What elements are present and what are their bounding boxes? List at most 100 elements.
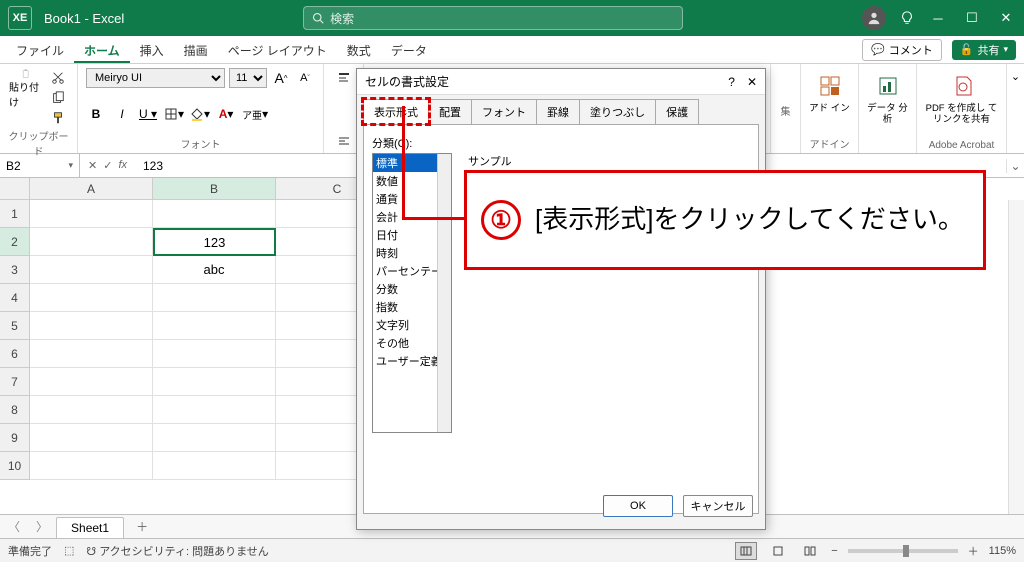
list-scrollbar[interactable] [437, 154, 451, 432]
row-header[interactable]: 5 [0, 312, 30, 340]
decrease-font-icon[interactable]: Aˇ [295, 68, 315, 88]
col-header[interactable]: B [153, 178, 276, 200]
cell[interactable] [153, 424, 276, 452]
copy-icon[interactable] [47, 88, 69, 108]
tab-fill[interactable]: 塗りつぶし [579, 99, 656, 124]
cut-icon[interactable] [47, 68, 69, 88]
maximize-button[interactable]: ☐ [962, 10, 982, 26]
lightbulb-icon[interactable] [900, 11, 914, 25]
tab-data[interactable]: データ [381, 36, 437, 63]
user-avatar[interactable] [862, 6, 886, 30]
increase-font-icon[interactable]: A^ [271, 68, 291, 88]
search-box[interactable]: 検索 [303, 6, 683, 30]
cell[interactable] [30, 424, 153, 452]
sheet-nav-next-icon[interactable]: 〉 [28, 518, 56, 535]
dialog-help-icon[interactable]: ? [728, 75, 735, 89]
tab-draw[interactable]: 描画 [174, 36, 218, 63]
cell[interactable] [153, 340, 276, 368]
row-header[interactable]: 7 [0, 368, 30, 396]
data-analysis-button[interactable]: データ 分析 [858, 64, 916, 153]
cell[interactable] [153, 452, 276, 480]
minimize-button[interactable]: ─ [928, 11, 948, 26]
row-header[interactable]: 1 [0, 200, 30, 228]
row-header[interactable]: 10 [0, 452, 30, 480]
cell-B2[interactable]: 123 [153, 228, 276, 256]
zoom-in-button[interactable]: ＋ [968, 543, 979, 559]
cell[interactable] [30, 340, 153, 368]
tab-number-format[interactable]: 表示形式 [363, 99, 429, 124]
accessibility-status[interactable]: ☋ アクセシビリティ: 問題ありません [86, 543, 268, 559]
row-header[interactable]: 2 [0, 228, 30, 256]
cancel-formula-icon[interactable]: ✕ [88, 159, 97, 172]
page-break-view-icon[interactable] [799, 542, 821, 560]
select-all-corner[interactable] [0, 178, 30, 200]
cell[interactable] [30, 396, 153, 424]
cell[interactable] [30, 256, 153, 284]
fill-color-icon[interactable]: ▾ [190, 104, 210, 124]
cell[interactable] [153, 368, 276, 396]
ok-button[interactable]: OK [603, 495, 673, 517]
font-size-select[interactable]: 11 [229, 68, 267, 88]
zoom-level[interactable]: 115% [989, 545, 1016, 557]
row-header[interactable]: 8 [0, 396, 30, 424]
cell[interactable] [30, 452, 153, 480]
cell[interactable] [153, 396, 276, 424]
addin-group[interactable]: アド イン アドイン [800, 64, 858, 153]
enter-formula-icon[interactable]: ✓ [103, 159, 112, 172]
phonetic-icon[interactable]: ア亜▾ [242, 104, 268, 124]
cell[interactable] [30, 228, 153, 256]
align-top-icon[interactable] [332, 68, 355, 88]
acrobat-group[interactable]: PDF を作成し てリンクを共有 Adobe Acrobat [916, 64, 1006, 153]
border-icon[interactable]: ▾ [164, 104, 184, 124]
row-header[interactable]: 9 [0, 424, 30, 452]
zoom-out-button[interactable]: − [831, 545, 837, 557]
close-button[interactable]: ✕ [996, 10, 1016, 26]
font-color-icon[interactable]: A▾ [216, 104, 236, 124]
dialog-close-icon[interactable]: ✕ [747, 75, 757, 89]
row-header[interactable]: 4 [0, 284, 30, 312]
tab-home[interactable]: ホーム [74, 36, 130, 63]
cell[interactable] [153, 200, 276, 228]
normal-view-icon[interactable] [735, 542, 757, 560]
category-list[interactable]: 標準 数値 通貨 会計 日付 時刻 パーセンテージ 分数 指数 文字列 その他 … [372, 153, 452, 433]
cell[interactable] [153, 312, 276, 340]
tab-protection[interactable]: 保護 [655, 99, 699, 124]
tab-alignment[interactable]: 配置 [428, 99, 472, 124]
tab-border[interactable]: 罫線 [536, 99, 580, 124]
tab-formulas[interactable]: 数式 [337, 36, 381, 63]
comments-button[interactable]: 💬コメント [862, 39, 942, 61]
paste-button[interactable]: 貼り付け [8, 68, 43, 110]
cell[interactable] [30, 368, 153, 396]
col-header[interactable]: A [30, 178, 153, 200]
cancel-button[interactable]: キャンセル [683, 495, 753, 517]
ribbon-collapse-icon[interactable]: ⌄ [1006, 64, 1024, 153]
cell[interactable] [30, 312, 153, 340]
status-help-icon[interactable]: ⬚ [64, 544, 74, 557]
tab-insert[interactable]: 挿入 [130, 36, 174, 63]
row-header[interactable]: 6 [0, 340, 30, 368]
bold-button[interactable]: B [86, 104, 106, 124]
tab-file[interactable]: ファイル [6, 36, 74, 63]
cell[interactable] [153, 284, 276, 312]
font-name-select[interactable]: Meiryo UI [86, 68, 225, 88]
row-header[interactable]: 3 [0, 256, 30, 284]
cell-B3[interactable]: abc [153, 256, 276, 284]
sheet-tab[interactable]: Sheet1 [56, 517, 124, 538]
page-layout-view-icon[interactable] [767, 542, 789, 560]
italic-button[interactable]: I [112, 104, 132, 124]
align-left-icon[interactable] [332, 131, 355, 151]
cell[interactable] [30, 200, 153, 228]
tab-layout[interactable]: ページ レイアウト [218, 36, 337, 63]
tab-font[interactable]: フォント [471, 99, 537, 124]
share-button[interactable]: 🔓共有▾ [952, 40, 1016, 60]
formula-expand-icon[interactable]: ⌄ [1006, 159, 1024, 173]
format-painter-icon[interactable] [47, 108, 69, 128]
fx-icon[interactable]: fx [118, 159, 127, 172]
underline-button[interactable]: U ▾ [138, 104, 158, 124]
zoom-slider[interactable] [848, 549, 958, 553]
sheet-nav-prev-icon[interactable]: 〈 [0, 518, 28, 535]
add-sheet-button[interactable]: ＋ [124, 518, 160, 535]
name-box[interactable]: B2▾ [0, 154, 80, 177]
cell[interactable] [30, 284, 153, 312]
vertical-scrollbar[interactable] [1008, 200, 1024, 514]
